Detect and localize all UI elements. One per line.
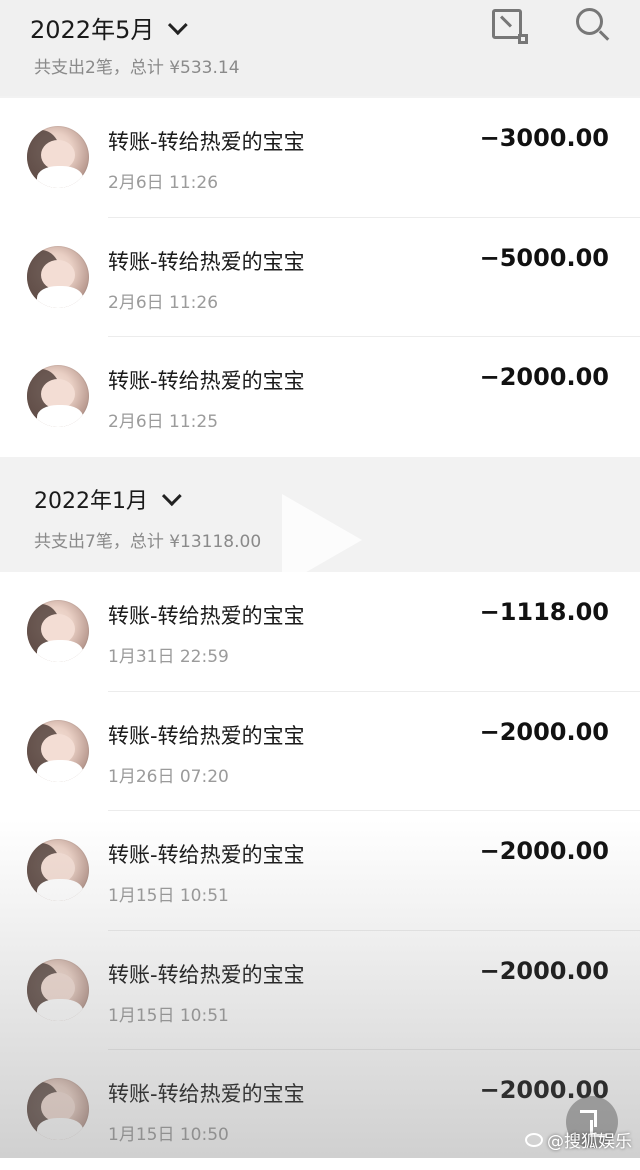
transaction-name: 转账-转给热爱的宝宝 <box>108 369 305 393</box>
transaction-name: 转账-转给热爱的宝宝 <box>108 604 305 628</box>
transaction-time: 1月15日 10:51 <box>108 886 229 906</box>
avatar <box>27 245 89 308</box>
transaction-name: 转账-转给热爱的宝宝 <box>108 130 305 154</box>
transaction-row[interactable]: 转账-转给热爱的宝宝 2月6日 11:25 −2000.00 <box>0 337 640 457</box>
month-label: 2022年1月 <box>34 489 148 514</box>
avatar <box>27 719 89 782</box>
transaction-amount: −5000.00 <box>479 243 609 272</box>
search-icon[interactable] <box>574 6 612 44</box>
transaction-amount: −2000.00 <box>479 956 609 985</box>
watermark: @搜狐娱乐 <box>525 1127 632 1152</box>
month-summary: 共支出7笔，总计 ¥13118.00 <box>34 532 262 552</box>
chevron-down-icon <box>161 486 182 507</box>
play-icon[interactable] <box>282 494 362 586</box>
transaction-time: 2月6日 11:25 <box>108 412 219 432</box>
transaction-amount: −3000.00 <box>479 124 609 152</box>
transaction-row[interactable]: 转账-转给热爱的宝宝 2月6日 11:26 −5000.00 <box>0 218 640 337</box>
export-icon[interactable] <box>490 6 528 44</box>
avatar <box>27 839 89 901</box>
transaction-name: 转账-转给热爱的宝宝 <box>108 1082 305 1106</box>
transaction-time: 1月15日 10:50 <box>108 1125 229 1145</box>
month-selector-may[interactable]: 2022年5月 <box>30 10 189 45</box>
watermark-text: @搜狐娱乐 <box>547 1132 632 1152</box>
month-selector-jan[interactable]: 2022年1月 <box>34 483 182 515</box>
transaction-name: 转账-转给热爱的宝宝 <box>108 962 305 987</box>
month-label: 2022年5月 <box>30 16 155 44</box>
transaction-name: 转账-转给热爱的宝宝 <box>108 843 305 867</box>
transaction-row[interactable]: 转账-转给热爱的宝宝 1月26日 07:20 −2000.00 <box>0 692 640 811</box>
transaction-amount: −1118.00 <box>479 598 609 626</box>
avatar <box>27 600 89 662</box>
transaction-amount: −2000.00 <box>479 363 609 391</box>
month-summary: 共支出2笔，总计 ¥533.14 <box>34 58 240 78</box>
avatar <box>27 365 89 427</box>
avatar <box>27 126 89 188</box>
transaction-time: 1月31日 22:59 <box>108 647 229 667</box>
transaction-row[interactable]: 转账-转给热爱的宝宝 1月15日 10:51 −2000.00 <box>0 811 640 931</box>
transaction-list-may: 转账-转给热爱的宝宝 2月6日 11:26 −3000.00 转账-转给热爱的宝… <box>0 98 640 457</box>
transaction-time: 1月26日 07:20 <box>108 766 229 787</box>
weibo-icon <box>525 1132 543 1147</box>
avatar <box>27 1078 89 1140</box>
top-actions <box>490 6 612 44</box>
transaction-row[interactable]: 转账-转给热爱的宝宝 1月15日 10:51 −2000.00 <box>0 931 640 1050</box>
transaction-amount: −2000.00 <box>479 717 609 746</box>
transaction-row[interactable]: 转账-转给热爱的宝宝 1月31日 22:59 −1118.00 <box>0 572 640 692</box>
chevron-down-icon <box>168 14 189 35</box>
transaction-time: 1月15日 10:51 <box>108 1005 229 1026</box>
transaction-list-jan: 转账-转给热爱的宝宝 1月31日 22:59 −1118.00 转账-转给热爱的… <box>0 572 640 1170</box>
transaction-name: 转账-转给热爱的宝宝 <box>108 249 305 274</box>
transaction-time: 2月6日 11:26 <box>108 173 219 193</box>
avatar <box>27 958 89 1021</box>
transaction-amount: −2000.00 <box>479 837 609 865</box>
transaction-row[interactable]: 转账-转给热爱的宝宝 2月6日 11:26 −3000.00 <box>0 98 640 218</box>
transaction-time: 2月6日 11:26 <box>108 292 219 313</box>
transaction-name: 转账-转给热爱的宝宝 <box>108 723 305 748</box>
top-bar: 2022年5月 共支出2笔，总计 ¥533.14 <box>0 0 640 96</box>
